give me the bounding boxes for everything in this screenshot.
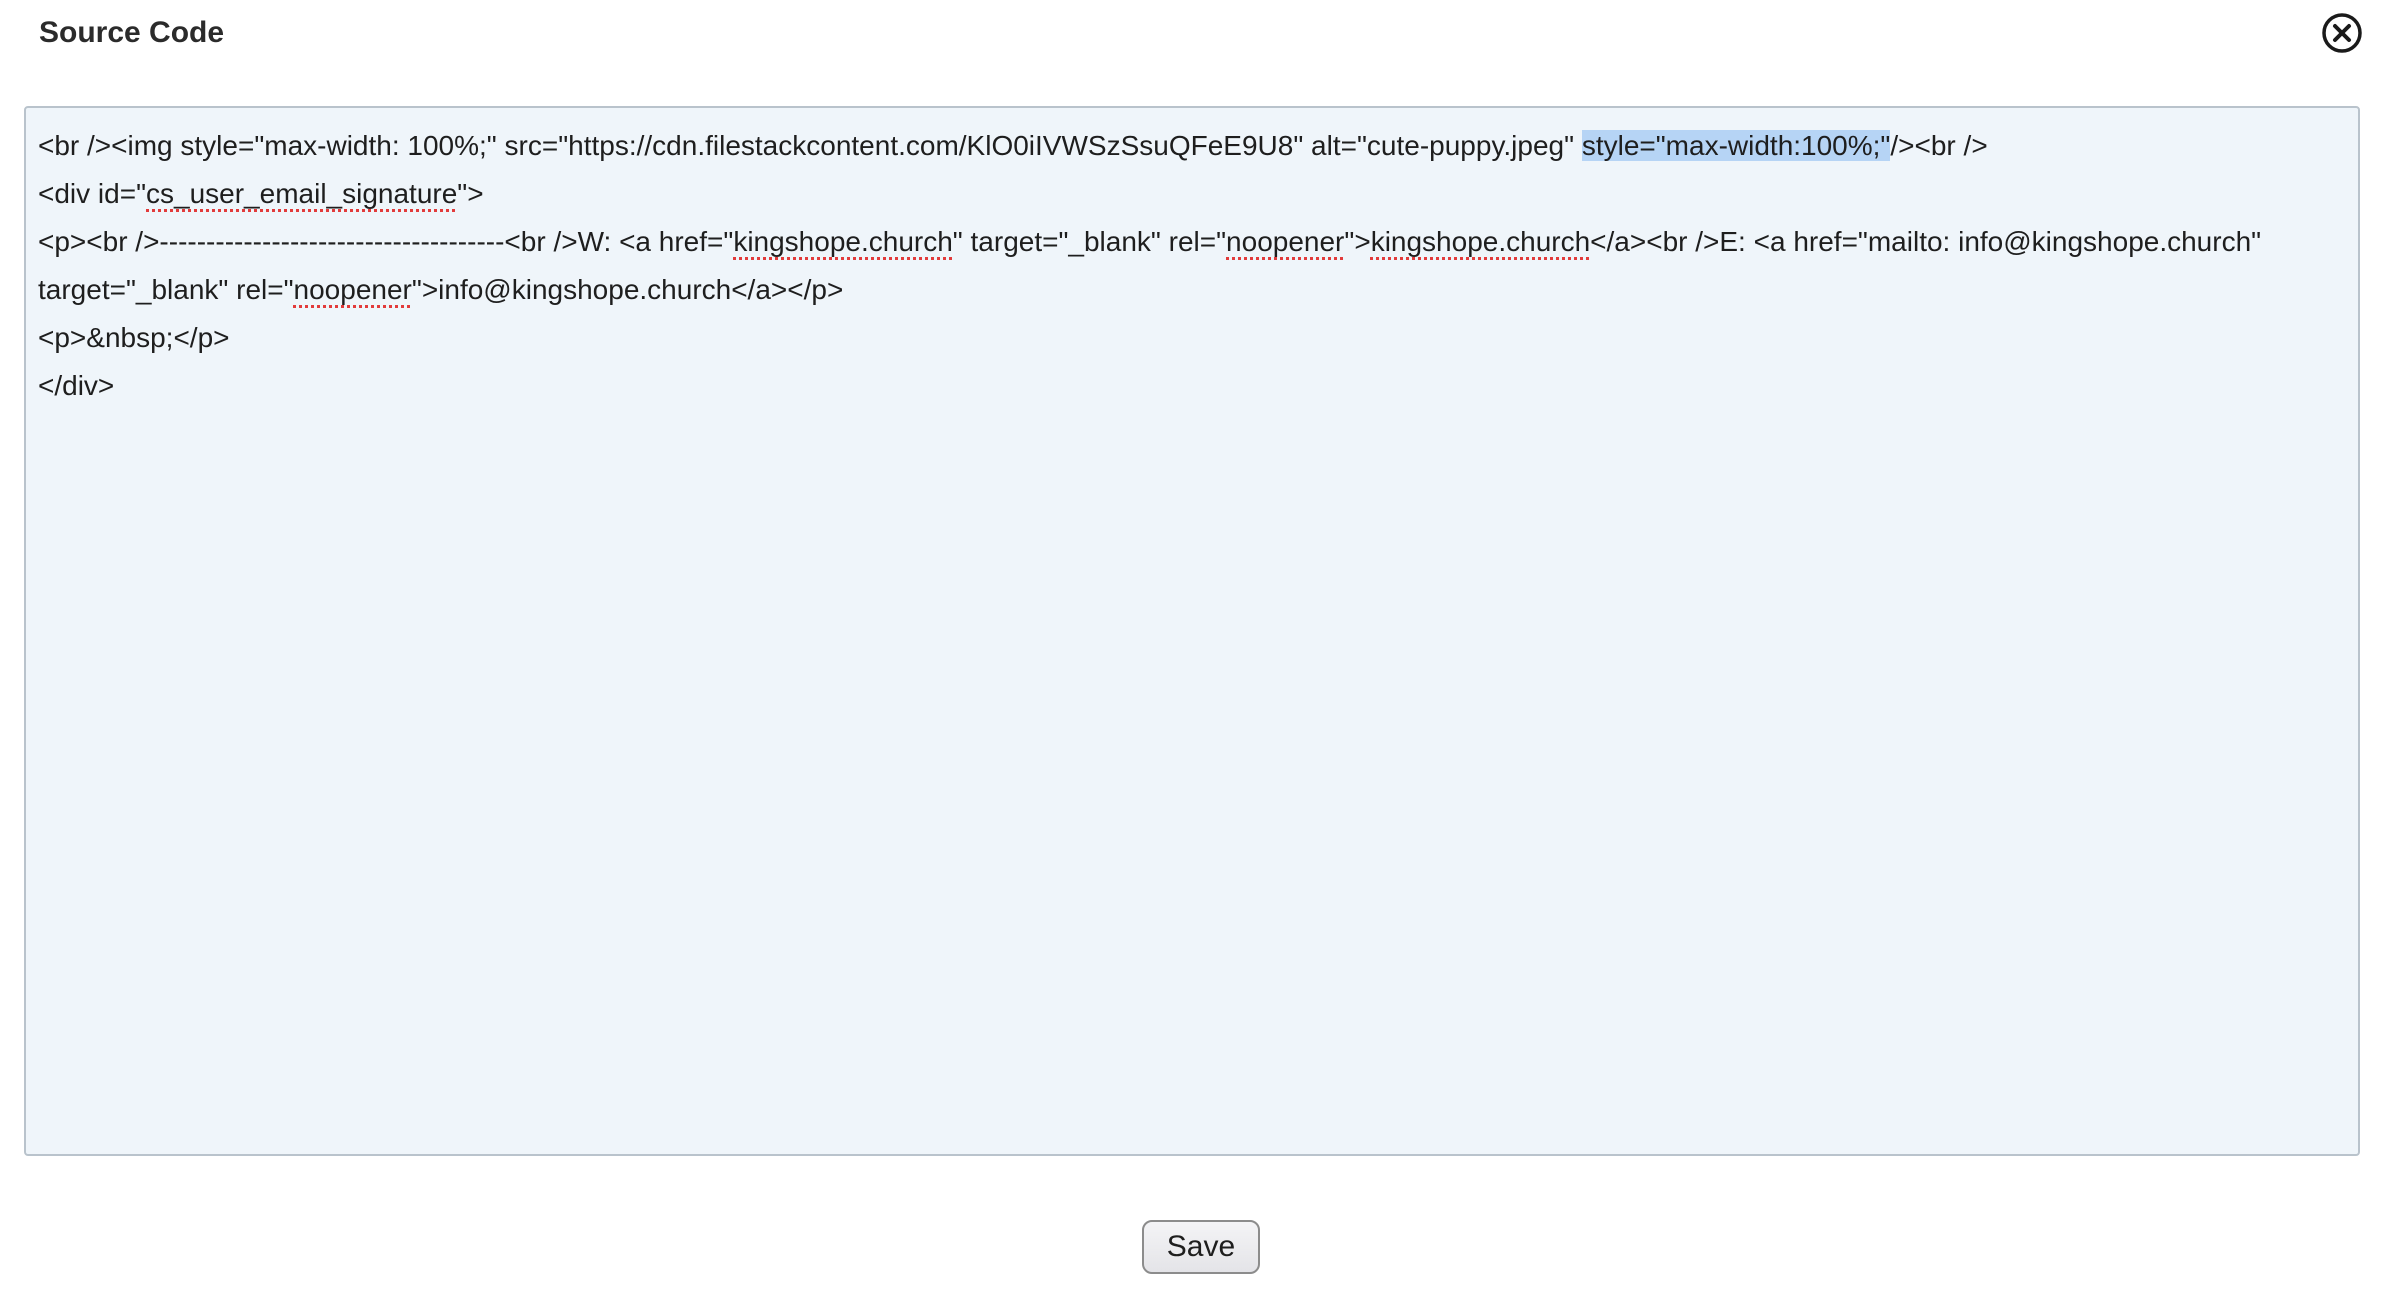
misspelled-word: cs_user_email_signature: [146, 178, 458, 209]
code-line-5: <p>&nbsp;</p>: [38, 322, 230, 353]
close-icon[interactable]: [2320, 11, 2364, 55]
misspelled-word: kingshope.church: [1370, 226, 1591, 257]
dialog-title: Source Code: [39, 16, 225, 49]
source-code-dialog: Source Code <br /><img style="max-width:…: [0, 0, 2388, 1290]
code-text: ">info@kingshope.church</a></p>: [411, 274, 844, 305]
code-line-4: target="_blank" rel="noopener">info@king…: [38, 266, 2346, 314]
code-text: " target="_blank" rel=": [952, 226, 1227, 257]
code-text: ">: [1344, 226, 1371, 257]
save-button[interactable]: Save: [1142, 1220, 1260, 1274]
code-line-1: <br /><img style="max-width: 100%;" src=…: [38, 122, 2346, 170]
code-text: ">: [457, 178, 484, 209]
misspelled-word: noopener: [293, 274, 412, 305]
source-code-textarea[interactable]: <br /><img style="max-width: 100%;" src=…: [24, 106, 2360, 1156]
code-text: /><br />: [1890, 130, 1988, 161]
code-line-3: <p><br />-------------------------------…: [38, 218, 2346, 266]
code-line-6: </div>: [38, 370, 115, 401]
code-line-2: <div id="cs_user_email_signature">: [38, 170, 2346, 218]
code-text: <br /><img style="max-width: 100%;" src=…: [38, 130, 1582, 161]
code-text: <p><br />-------------------------------…: [38, 226, 734, 257]
misspelled-word: kingshope.church: [733, 226, 953, 257]
code-text: </a><br />E: <a href="mailto: info@kings…: [1590, 226, 2262, 257]
code-text: target="_blank" rel=": [38, 274, 294, 305]
misspelled-word: noopener: [1226, 226, 1345, 257]
code-text: <div id=": [38, 178, 147, 209]
selected-text: style="max-width:100%;": [1581, 130, 1891, 161]
